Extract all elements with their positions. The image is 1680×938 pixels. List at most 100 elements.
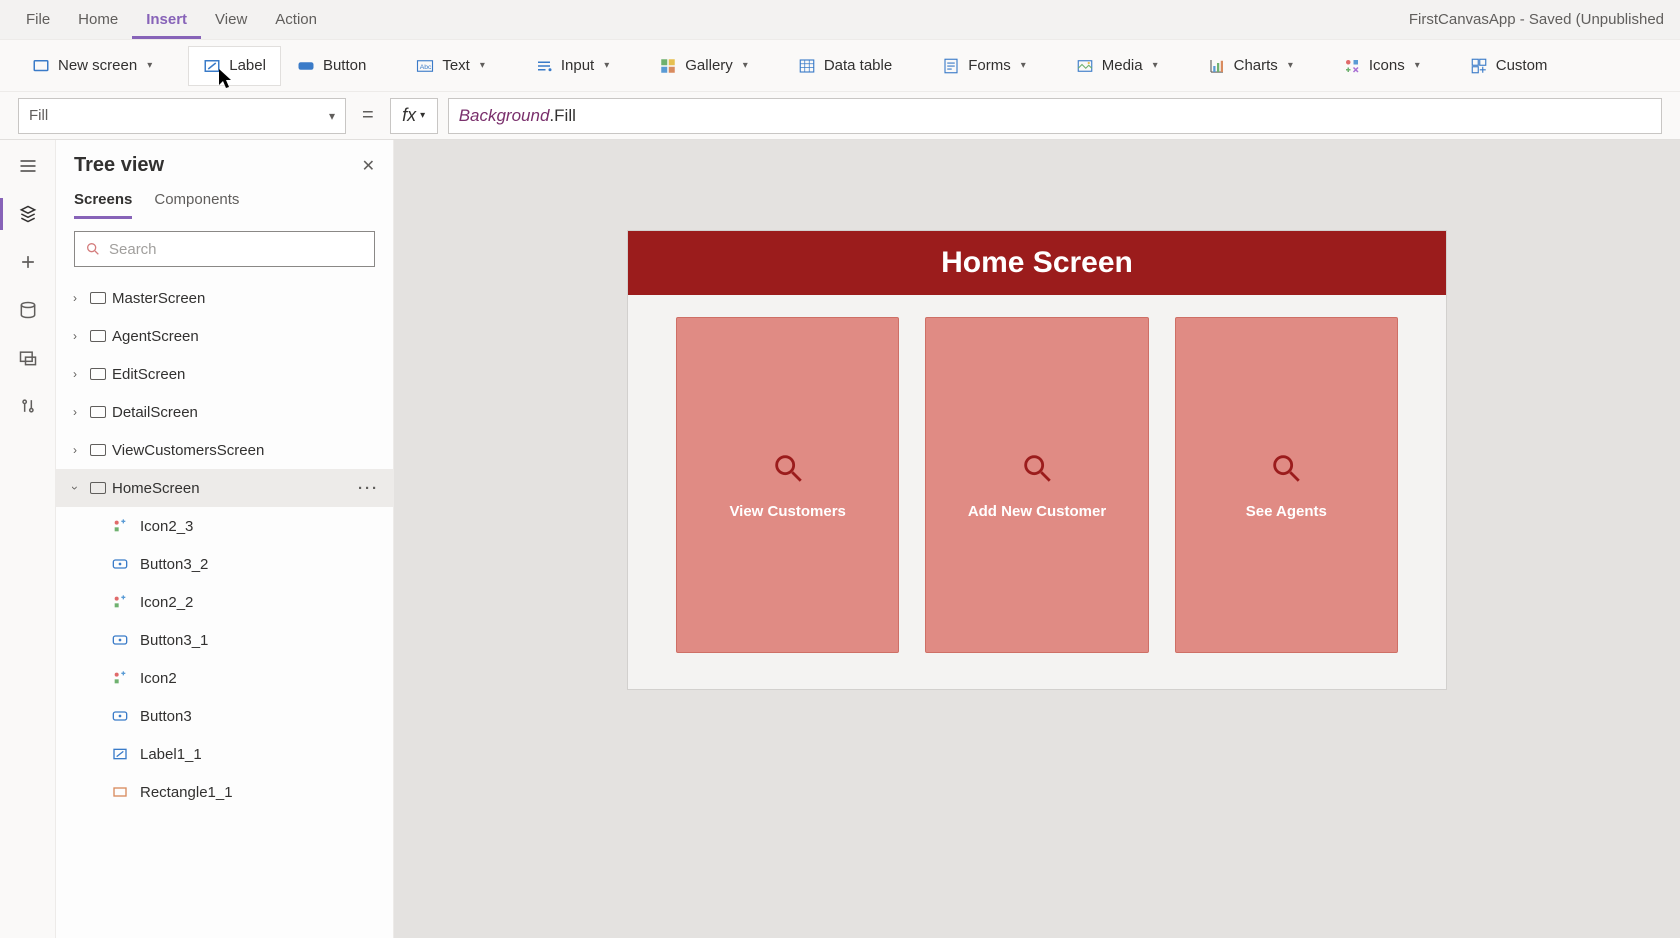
input-button[interactable]: Input ▾ [521, 46, 623, 86]
menu-home[interactable]: Home [64, 0, 132, 39]
chevron-down-icon: ▾ [329, 109, 335, 123]
media-button[interactable]: Media ▾ [1062, 46, 1172, 86]
button-glyph-icon [110, 556, 130, 572]
tree-child[interactable]: Button3 [56, 697, 393, 735]
property-selector[interactable]: Fill ▾ [18, 98, 346, 134]
charts-button[interactable]: Charts ▾ [1194, 46, 1307, 86]
left-rail [0, 140, 56, 938]
chevron-right-icon[interactable]: › [66, 329, 84, 343]
svg-text:Abc: Abc [420, 64, 432, 71]
tree-node-selected[interactable]: › HomeScreen ··· [56, 469, 393, 507]
menu-action[interactable]: Action [261, 0, 331, 39]
tree-child-label: Button3 [140, 708, 192, 725]
search-input[interactable]: Search [74, 231, 375, 267]
equals-sign: = [356, 104, 380, 127]
charts-label: Charts [1234, 57, 1278, 74]
tree-child[interactable]: Button3_2 [56, 545, 393, 583]
formula-bar: Fill ▾ = fx ▾ Background.Fill [0, 92, 1680, 140]
input-icon [535, 57, 553, 75]
tree-node-label: AgentScreen [112, 328, 199, 345]
tree-node[interactable]: ›MasterScreen [56, 279, 393, 317]
search-icon [1020, 451, 1054, 485]
tree-node[interactable]: › AgentScreen [56, 317, 393, 355]
tree-view-panel: Tree view ✕ Screens Components Search ›M… [56, 140, 394, 938]
chevron-down-icon: ▾ [420, 110, 425, 121]
app-title: FirstCanvasApp - Saved (Unpublished [1409, 11, 1668, 28]
screen-icon [90, 292, 106, 304]
screen-icon [90, 368, 106, 380]
fx-button[interactable]: fx ▾ [390, 98, 438, 134]
data-table-button[interactable]: Data table [784, 46, 906, 86]
forms-label: Forms [968, 57, 1011, 74]
tree-node[interactable]: ›ViewCustomersScreen [56, 431, 393, 469]
chevron-right-icon[interactable]: › [66, 405, 84, 419]
chevron-right-icon[interactable]: › [66, 443, 84, 457]
data-icon[interactable] [16, 298, 40, 322]
tree-node-label: HomeScreen [112, 480, 200, 497]
icons-button[interactable]: Icons ▾ [1329, 46, 1434, 86]
ribbon: New screen ▾ Label Button Abc Text ▾ Inp… [0, 40, 1680, 92]
advanced-icon[interactable] [16, 394, 40, 418]
tree-child[interactable]: Label1_1 [56, 735, 393, 773]
app-header-title: Home Screen [941, 246, 1133, 280]
tree-child[interactable]: Icon2 [56, 659, 393, 697]
icons-label: Icons [1369, 57, 1405, 74]
new-screen-button[interactable]: New screen ▾ [18, 46, 166, 86]
close-icon[interactable]: ✕ [362, 156, 375, 176]
app-preview[interactable]: Home Screen View Customers Add New Custo… [627, 230, 1447, 690]
tile-add-customer[interactable]: Add New Customer [925, 317, 1148, 653]
menu-view[interactable]: View [201, 0, 261, 39]
tree-child-label: Icon2_3 [140, 518, 193, 535]
hamburger-icon[interactable] [16, 154, 40, 178]
tree-list[interactable]: ›MasterScreen › AgentScreen ›EditScreen ›… [56, 279, 393, 938]
media-rail-icon[interactable] [16, 346, 40, 370]
custom-button[interactable]: Custom [1456, 46, 1562, 86]
tree-child-label: Button3_1 [140, 632, 208, 649]
chevron-right-icon[interactable]: › [66, 291, 84, 305]
tree-view-title: Tree view [74, 154, 164, 177]
tile-view-customers[interactable]: View Customers [676, 317, 899, 653]
tree-tabs: Screens Components [56, 185, 393, 219]
chevron-down-icon[interactable]: › [68, 479, 82, 497]
search-icon [1269, 451, 1303, 485]
forms-button[interactable]: Forms ▾ [928, 46, 1040, 86]
screen-icon [90, 406, 106, 418]
tree-child[interactable]: Button3_1 [56, 621, 393, 659]
label-button[interactable]: Label [188, 46, 281, 86]
icon-glyph-icon [110, 670, 130, 686]
data-table-label: Data table [824, 57, 892, 74]
insert-icon[interactable] [16, 250, 40, 274]
more-icon[interactable]: ··· [358, 480, 379, 497]
tab-screens[interactable]: Screens [74, 191, 132, 219]
tree-child[interactable]: Icon2_2 [56, 583, 393, 621]
search-placeholder: Search [109, 241, 157, 258]
tree-child-label: Button3_2 [140, 556, 208, 573]
tree-child-label: Icon2 [140, 670, 177, 687]
formula-input[interactable]: Background.Fill [448, 98, 1662, 134]
menu-file[interactable]: File [12, 0, 64, 39]
label-glyph-icon [110, 746, 130, 762]
button-glyph-icon [110, 632, 130, 648]
tree-child[interactable]: Icon2_3 [56, 507, 393, 545]
icon-glyph-icon [110, 518, 130, 534]
chevron-down-icon: ▾ [480, 60, 485, 71]
input-label: Input [561, 57, 594, 74]
tile-see-agents[interactable]: See Agents [1175, 317, 1398, 653]
tree-node[interactable]: ›DetailScreen [56, 393, 393, 431]
chevron-right-icon[interactable]: › [66, 367, 84, 381]
charts-icon [1208, 57, 1226, 75]
canvas-area[interactable]: Home Screen View Customers Add New Custo… [394, 140, 1680, 938]
tree-child[interactable]: Rectangle1_1 [56, 773, 393, 811]
tree-node[interactable]: ›EditScreen [56, 355, 393, 393]
screen-icon [32, 57, 50, 75]
gallery-label: Gallery [685, 57, 733, 74]
tab-components[interactable]: Components [154, 191, 239, 219]
label-button-label: Label [229, 57, 266, 74]
media-icon [1076, 57, 1094, 75]
gallery-button[interactable]: Gallery ▾ [645, 46, 762, 86]
button-button[interactable]: Button [283, 46, 380, 86]
menu-insert[interactable]: Insert [132, 0, 201, 39]
tree-child-label: Icon2_2 [140, 594, 193, 611]
text-button[interactable]: Abc Text ▾ [402, 46, 499, 86]
tree-view-icon[interactable] [16, 202, 40, 226]
